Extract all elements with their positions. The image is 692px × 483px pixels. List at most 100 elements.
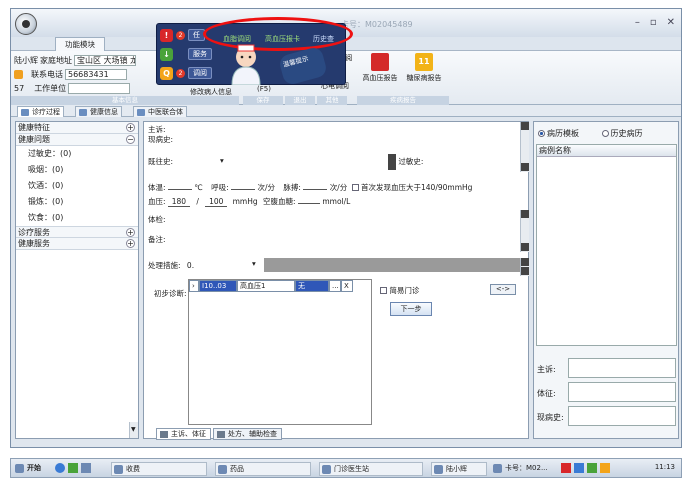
left-panel: 健康特征 + 健康问题 − 过敏史：(0) 吸烟：(0) 饮酒：(0) 锻炼：(… [15, 121, 139, 439]
dx-code-cell[interactable]: I10..03 [199, 280, 237, 292]
tab-tcm-union[interactable]: 中医联合体 [133, 106, 187, 117]
medical-record-form: 主诉: 现病史: 既往史: ▾ 过敏史: 体温: ℃ 呼吸: 次/分 脉搏: 次… [143, 121, 529, 440]
allergy-field[interactable]: 过敏史: [388, 154, 423, 170]
complaint-scrollbar[interactable] [520, 122, 529, 172]
dx-extra-cell[interactable]: 无 [295, 280, 329, 292]
record-source-radios: 病历模板 历史病历 [538, 128, 643, 139]
list-item-diet[interactable]: 饮食：(0) [16, 210, 138, 226]
exit-caption[interactable]: 退出 [285, 96, 315, 105]
close-icon[interactable]: ✕ [667, 17, 675, 28]
list-item-exercise[interactable]: 锻炼：(0) [16, 194, 138, 210]
scroll-up-icon[interactable] [521, 122, 529, 130]
expand-icon[interactable]: + [126, 123, 135, 132]
diabetes-report-button[interactable]: 11 糖尿病报告 [403, 53, 445, 83]
past-history-label: 既往史: [148, 157, 174, 166]
swap-button[interactable]: <-> [490, 284, 516, 295]
list-item-drinking[interactable]: 饮酒：(0) [16, 178, 138, 194]
vitals-row: 体温: ℃ 呼吸: 次/分 脉搏: 次/分 首次发现血压大于140/90mmHg [148, 182, 472, 193]
table-row[interactable]: › I10..03 高血压1 无 ... X [189, 280, 353, 292]
left-scrollbar[interactable]: ▼ [129, 422, 138, 438]
desktop-icon[interactable] [81, 463, 91, 473]
scroll-up-icon[interactable] [521, 210, 529, 218]
taskbar-item-card[interactable]: 卡号：M02... [491, 462, 551, 476]
tab-treatment-process[interactable]: 诊疗过程 [17, 106, 64, 117]
modify-patient-button[interactable]: 修改病人信息 [181, 87, 241, 97]
bp-diastolic-input[interactable]: 100 [205, 197, 228, 207]
treatment-dropdown-icon[interactable]: ▾ [252, 259, 256, 268]
taskbar-item-clinic[interactable]: 门诊医生站 [319, 462, 423, 476]
scroll-down-icon[interactable] [521, 243, 529, 251]
scroll-down-icon[interactable] [521, 267, 529, 275]
complaint-preview[interactable] [568, 358, 676, 378]
list-item-allergy[interactable]: 过敏史：(0) [16, 146, 138, 162]
glucose-input[interactable] [297, 203, 320, 204]
radio-template-icon[interactable] [538, 130, 545, 137]
browser-icon[interactable] [55, 463, 65, 473]
patient-name: 陆小辉 [14, 55, 38, 65]
popup-query-button[interactable]: 调阅 [188, 67, 212, 79]
resp-input[interactable] [231, 189, 256, 190]
tab-prescription-exam[interactable]: 处方、辅助检查 [213, 428, 282, 440]
report-chart-icon [371, 53, 389, 71]
treatment-input-bar[interactable] [264, 258, 529, 272]
section-treatment-service[interactable]: 诊疗服务 + [16, 226, 138, 238]
expand-icon[interactable]: + [126, 239, 135, 248]
dx-name-cell[interactable]: 高血压1 [237, 280, 295, 292]
section-health-features[interactable]: 健康特征 + [16, 122, 138, 134]
work-field[interactable] [68, 82, 131, 94]
simple-clinic-row: 简易门诊 [380, 285, 419, 296]
calendar-icon: 11 [415, 53, 433, 71]
taskbar-item-pharmacy[interactable]: 药品 [215, 462, 311, 476]
taskbar-item-patient[interactable]: 陆小辉 [431, 462, 487, 476]
tray-app-icon[interactable] [561, 463, 571, 473]
dx-more-button[interactable]: ... [329, 280, 341, 292]
minimize-icon[interactable]: – [635, 17, 640, 28]
tray-network-icon[interactable] [574, 463, 584, 473]
past-history-dropdown-icon[interactable]: ▾ [220, 156, 224, 165]
tray-security-icon[interactable] [587, 463, 597, 473]
start-button[interactable]: 开始 [13, 462, 41, 476]
radio-template-label[interactable]: 病历模板 [547, 129, 579, 138]
service-button[interactable]: 服务 [188, 48, 212, 60]
section-health-problems[interactable]: 健康问题 − [16, 134, 138, 146]
tab-health-info[interactable]: 健康信息 [75, 106, 122, 117]
dx-remove-button[interactable]: X [341, 280, 353, 292]
scroll-up-icon[interactable] [521, 258, 529, 266]
system-tray [561, 463, 631, 475]
section-label: 健康问题 [18, 135, 50, 144]
allergy-scroll-icon[interactable] [388, 154, 396, 170]
simple-clinic-checkbox[interactable] [380, 287, 387, 294]
tab-complaint-signs[interactable]: 主诉、体征 [156, 428, 211, 440]
treatment-scrollbar[interactable] [520, 258, 529, 276]
collapse-icon[interactable]: − [126, 135, 135, 144]
history-preview[interactable] [568, 406, 676, 426]
disease-report-caption: 疾病报告 [357, 96, 449, 105]
section-health-service[interactable]: 健康服务 + [16, 238, 138, 250]
sign-preview[interactable] [568, 382, 676, 402]
scroll-down-icon[interactable]: ▼ [131, 426, 136, 433]
bp-systolic-input[interactable]: 180 [167, 197, 190, 207]
save-caption[interactable]: 保存 [243, 96, 283, 105]
hypertension-report-button[interactable]: 高血压报告 [359, 53, 401, 83]
first-bp-checkbox[interactable] [351, 184, 359, 191]
next-step-button[interactable]: 下一步 [390, 302, 432, 316]
tab-function-module[interactable]: 功能模块 [55, 37, 105, 51]
other-caption[interactable]: 其他 [317, 96, 347, 105]
tray-volume-icon[interactable] [600, 463, 610, 473]
temp-input[interactable] [167, 189, 192, 190]
treatment-value[interactable]: 0. [187, 261, 194, 270]
radio-history-icon[interactable] [601, 130, 609, 137]
address-field[interactable]: 宝山区 大场镇 龙 [74, 54, 136, 66]
radio-history-label[interactable]: 历史病历 [611, 129, 643, 138]
app-logo-icon[interactable] [15, 13, 37, 35]
exam-scrollbar[interactable] [520, 210, 529, 252]
pulse-input[interactable] [303, 189, 328, 190]
expand-icon[interactable]: + [126, 228, 135, 237]
taskbar-item-billing[interactable]: 收费 [111, 462, 207, 476]
phone-field[interactable]: 56683431 [65, 68, 127, 80]
scroll-down-icon[interactable] [521, 163, 529, 171]
list-item-smoking[interactable]: 吸烟：(0) [16, 162, 138, 178]
restore-icon[interactable]: ▫ [650, 17, 657, 28]
download-icon: ↓ [160, 47, 173, 61]
app-icon[interactable] [68, 463, 78, 473]
